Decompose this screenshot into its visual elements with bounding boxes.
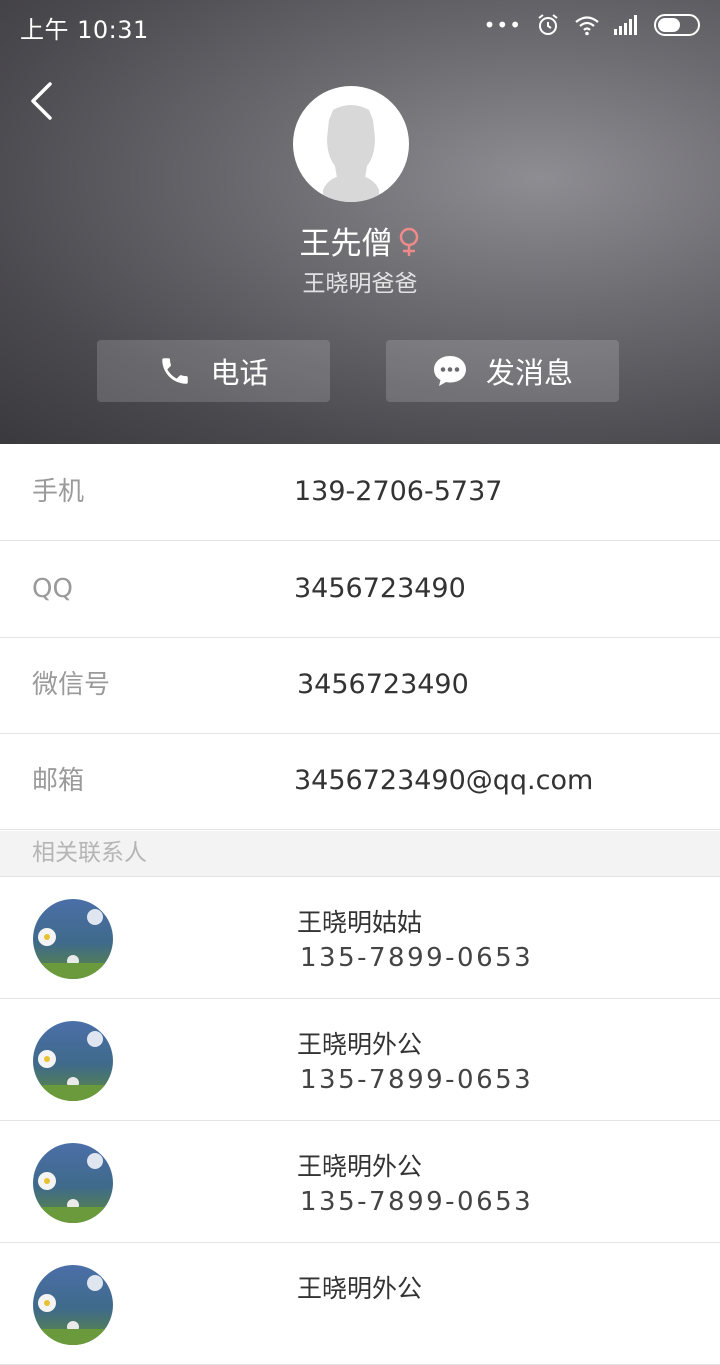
back-button[interactable] (22, 76, 62, 126)
section-title: 相关联系人 (32, 840, 147, 866)
contact-avatar (33, 1265, 113, 1345)
info-label: 微信号 (32, 670, 111, 700)
default-person-icon (323, 105, 379, 202)
status-icons: ••• (484, 12, 700, 38)
info-value: 3456723490@qq.com (294, 765, 594, 796)
profile-avatar (293, 86, 409, 202)
info-value: 3456723490 (294, 573, 466, 604)
info-row-qq[interactable]: QQ 3456723490 (0, 541, 720, 638)
chevron-left-icon (31, 82, 52, 120)
contact-avatar (33, 1143, 113, 1223)
contact-name: 王晓明姑姑 (297, 908, 423, 937)
flower-photo-icon (33, 1265, 113, 1345)
more-dots-icon: ••• (483, 13, 522, 37)
contact-phone: 135-7899-0653 (300, 1187, 534, 1217)
related-contact-row[interactable]: 王晓明姑姑 135-7899-0653 (0, 877, 720, 999)
status-time: 上午 10:31 (20, 16, 149, 44)
contact-name: 王晓明外公 (297, 1152, 423, 1181)
contact-name-row: 王先僧 (0, 218, 720, 265)
info-row-phone[interactable]: 手机 139-2706-5737 (0, 444, 720, 541)
chat-bubble-icon (433, 356, 466, 386)
contact-relation: 王晓明爸爸 (302, 271, 418, 297)
info-value: 3456723490 (297, 669, 469, 700)
female-gender-icon (397, 227, 421, 265)
info-row-email[interactable]: 邮箱 3456723490@qq.com (0, 733, 720, 830)
contact-phone: 135-7899-0653 (300, 1065, 534, 1095)
contact-phone: 135-7899-0653 (300, 943, 534, 973)
contact-avatar (33, 1021, 113, 1101)
related-contact-row[interactable]: 王晓明外公 135-7899-0653 (0, 999, 720, 1121)
call-label: 电话 (210, 356, 269, 390)
message-label: 发消息 (485, 356, 573, 390)
battery-icon (654, 14, 700, 36)
flower-photo-icon (33, 1021, 113, 1101)
flower-photo-icon (33, 1143, 113, 1223)
contact-name: 王晓明外公 (297, 1030, 423, 1059)
signal-icon (614, 15, 637, 35)
contact-avatar (33, 899, 113, 979)
info-row-wechat[interactable]: 微信号 3456723490 (0, 637, 720, 734)
info-value: 139-2706-5737 (294, 476, 503, 507)
wifi-icon (575, 16, 599, 36)
contact-name: 王先僧 (299, 226, 393, 262)
alarm-icon (538, 14, 558, 35)
contact-name: 王晓明外公 (297, 1274, 423, 1303)
message-button[interactable]: 发消息 (386, 340, 619, 402)
flower-photo-icon (33, 899, 113, 979)
call-button[interactable]: 电话 (97, 340, 330, 402)
related-contact-row[interactable]: 王晓明外公 135-7899-0653 (0, 1121, 720, 1243)
info-label: 邮箱 (32, 766, 85, 796)
related-contacts-header: 相关联系人 (0, 831, 720, 877)
profile-header: 上午 10:31 ••• 王先僧 王晓明爸爸 电话 发消息 (0, 0, 720, 444)
related-contact-row[interactable]: 王晓明外公 (0, 1243, 720, 1365)
info-label: QQ (32, 574, 73, 604)
phone-icon (162, 358, 189, 384)
info-label: 手机 (32, 477, 85, 507)
status-bar: 上午 10:31 ••• (0, 0, 720, 50)
